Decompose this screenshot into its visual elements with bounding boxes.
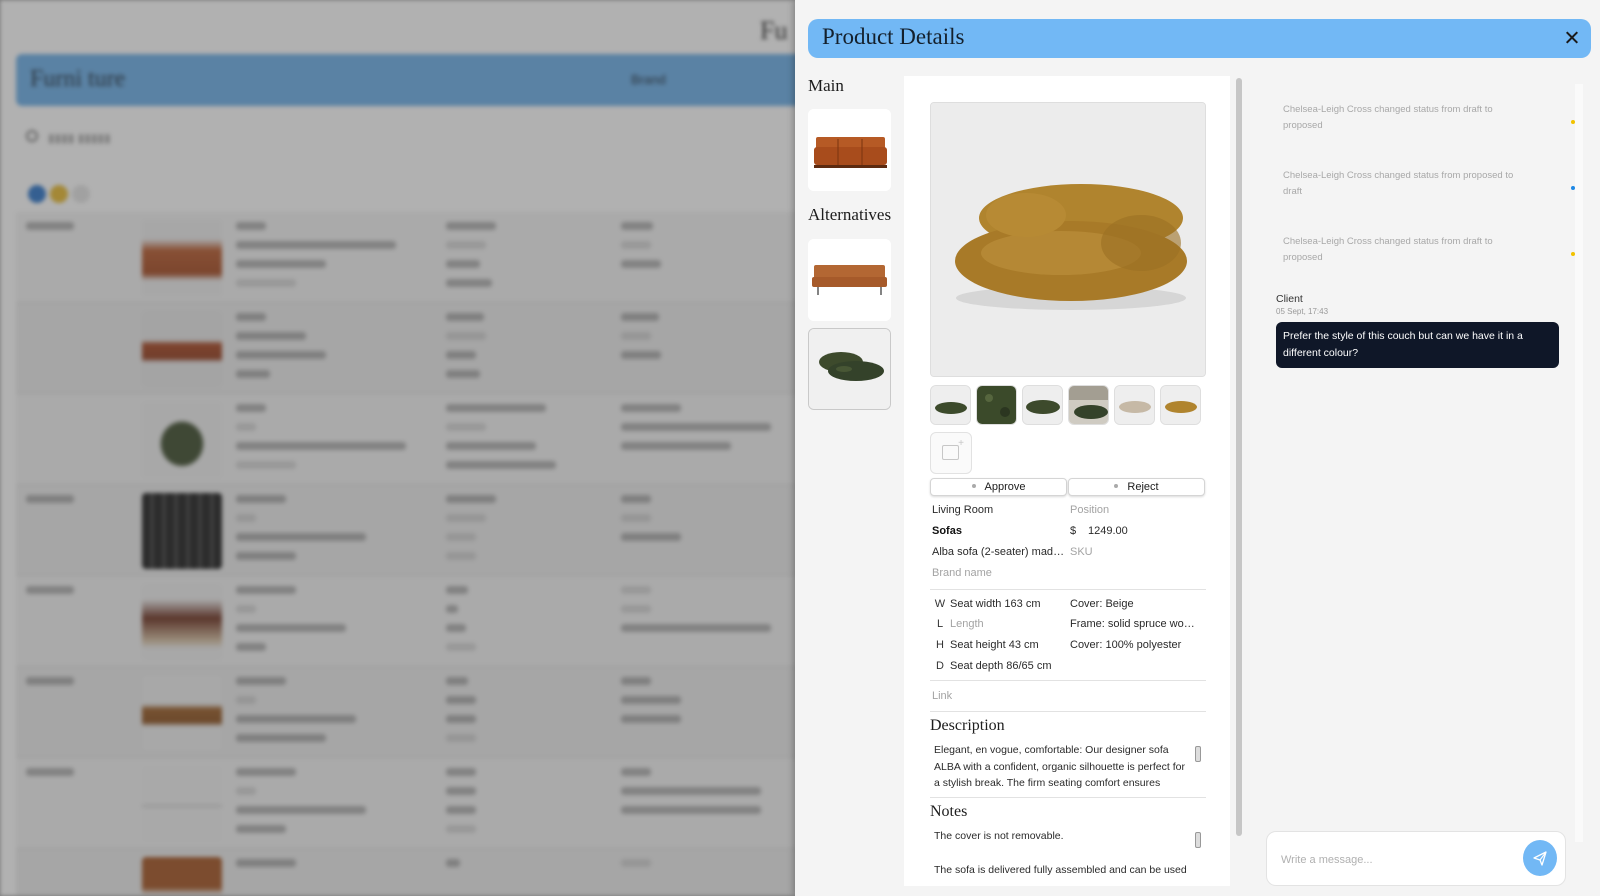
material-field[interactable]: Cover: Beige <box>1070 598 1200 610</box>
status-dot <box>1571 252 1575 256</box>
gallery-thumbnail[interactable] <box>1114 385 1155 425</box>
divider <box>930 797 1206 798</box>
main-label: Main <box>808 76 844 95</box>
sku-field[interactable]: SKU <box>1070 546 1200 558</box>
alternative-thumbnail-selected[interactable] <box>808 328 891 410</box>
link-field[interactable]: Link <box>932 690 1202 702</box>
activity-log-entry: Chelsea-Leigh Cross changed status from … <box>1283 104 1493 131</box>
material-field[interactable]: Frame: solid spruce wood, plywood <box>1070 618 1200 630</box>
gallery-thumbnail[interactable] <box>930 385 971 425</box>
status-dot <box>1571 186 1575 190</box>
status-buttons: Approve Reject <box>930 478 1207 496</box>
detail-panel-scrollbar[interactable] <box>1236 78 1242 836</box>
approve-label: Approve <box>984 481 1026 493</box>
material-field[interactable]: Cover: 100% polyester <box>1070 639 1200 651</box>
width-field[interactable]: Seat width 163 cm <box>950 598 1065 610</box>
message-timestamp: 05 Sept, 17:43 <box>1276 307 1329 316</box>
gallery-thumbnail[interactable] <box>1022 385 1063 425</box>
description-textarea[interactable]: Elegant, en vogue, comfortable: Our desi… <box>934 742 1192 792</box>
depth-field[interactable]: Seat depth 86/65 cm <box>950 660 1065 672</box>
reject-label: Reject <box>1127 481 1159 493</box>
product-detail-panel: Approve Reject Living Room Position Sofa… <box>904 76 1230 886</box>
message-input[interactable] <box>1281 850 1521 870</box>
add-image-button[interactable] <box>930 432 972 474</box>
activity-log-entry: Chelsea-Leigh Cross changed status from … <box>1283 170 1514 197</box>
message-composer <box>1266 831 1566 886</box>
drawer-header: Product Details <box>808 19 1591 58</box>
close-icon[interactable] <box>1561 27 1583 49</box>
send-icon <box>1533 851 1547 866</box>
add-image-icon <box>942 438 964 460</box>
gallery-thumbnail[interactable] <box>1160 385 1201 425</box>
brand-field[interactable]: Brand name <box>932 567 1062 579</box>
main-product-thumbnail[interactable] <box>808 109 891 191</box>
height-letter: H <box>936 639 944 651</box>
position-field[interactable]: Position <box>1070 504 1200 516</box>
room-field[interactable]: Living Room <box>932 504 1062 516</box>
product-details-drawer: Product Details Main Alternatives + Appr… <box>795 0 1600 896</box>
notes-heading: Notes <box>930 803 968 820</box>
width-letter: W <box>934 598 946 610</box>
status-dot <box>1571 120 1575 124</box>
currency-symbol: $ <box>1070 525 1077 537</box>
description-scrollbar[interactable] <box>1195 746 1201 762</box>
height-field[interactable]: Seat height 43 cm <box>950 639 1065 651</box>
category-field[interactable]: Sofas <box>932 525 1062 537</box>
activity-panel: Chelsea-Leigh Cross changed status from … <box>1246 76 1591 886</box>
notes-scrollbar[interactable] <box>1195 832 1201 848</box>
approve-button[interactable]: Approve <box>930 478 1067 496</box>
alternatives-label: Alternatives <box>808 205 892 224</box>
divider <box>930 589 1206 590</box>
divider <box>930 680 1206 681</box>
divider <box>930 711 1206 712</box>
notes-line[interactable]: The cover is not removable. <box>934 828 1192 845</box>
activity-log-entry: Chelsea-Leigh Cross changed status from … <box>1283 236 1493 263</box>
drawer-title: Product Details <box>822 24 965 49</box>
length-letter: L <box>936 618 944 630</box>
message-author: Client <box>1276 293 1303 305</box>
main-product-image <box>930 102 1206 377</box>
reject-button[interactable]: Reject <box>1068 478 1205 496</box>
alternative-thumbnail[interactable] <box>808 239 891 321</box>
length-field[interactable]: Length <box>950 618 1065 630</box>
description-heading: Description <box>930 717 1005 734</box>
product-name-field[interactable]: Alba sofa (2-seater) made of bouclé <box>932 546 1066 558</box>
gallery-thumbnail[interactable] <box>976 385 1017 425</box>
send-button[interactable] <box>1523 840 1557 876</box>
depth-letter: D <box>936 660 944 672</box>
activity-scrollbar[interactable] <box>1575 84 1583 842</box>
gallery-thumbnail[interactable] <box>1068 385 1109 425</box>
message-bubble: Prefer the style of this couch but can w… <box>1276 322 1559 368</box>
notes-line[interactable]: The sofa is delivered fully assembled an… <box>934 862 1192 879</box>
price-field[interactable]: 1249.00 <box>1088 525 1198 537</box>
